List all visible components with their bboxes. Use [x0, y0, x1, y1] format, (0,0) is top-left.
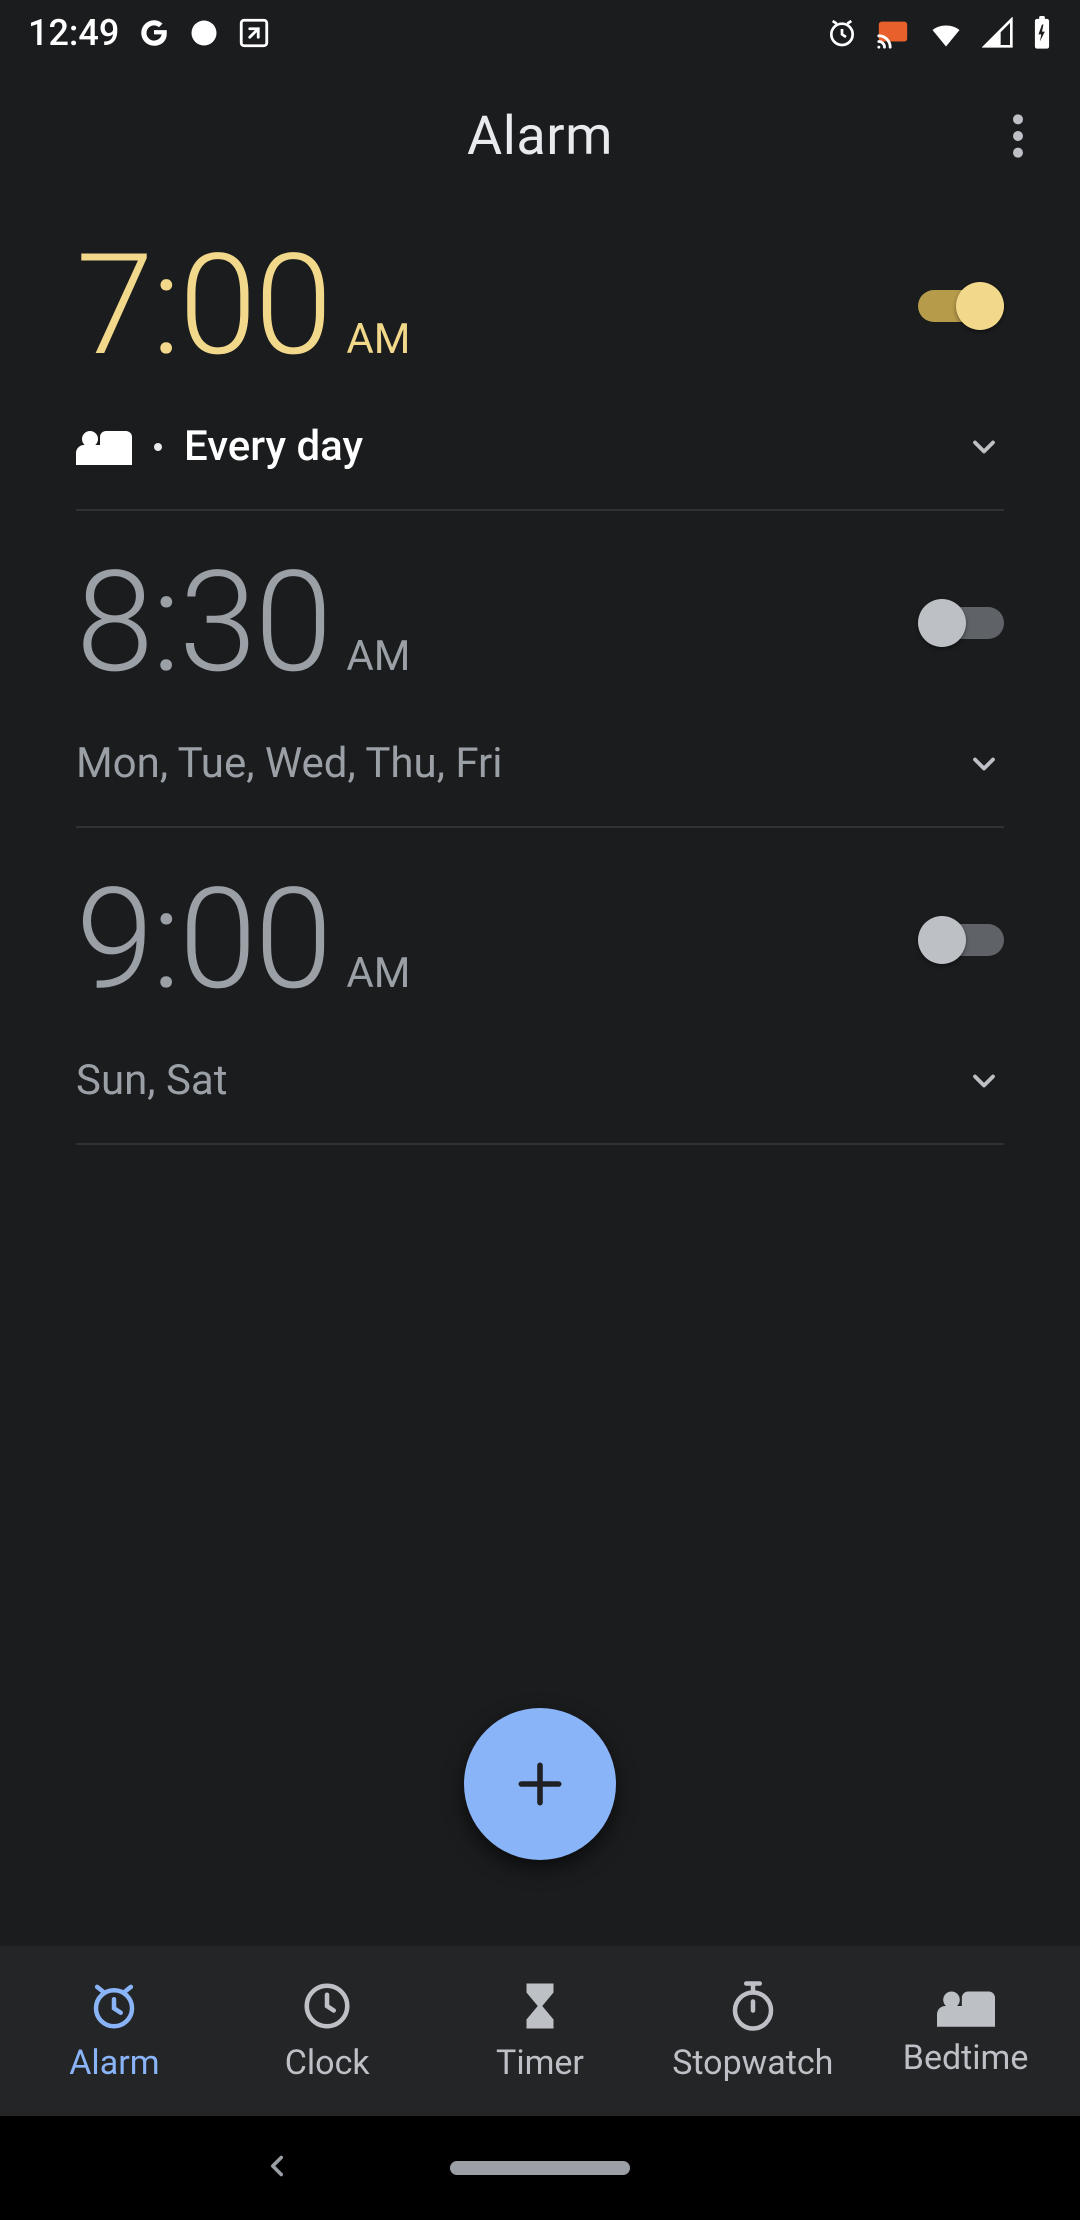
alarm-time-main: 7:00: [76, 236, 330, 376]
notification-dot-icon: [189, 18, 219, 48]
alarm-schedule: Every day: [184, 422, 363, 471]
alarm-time[interactable]: 9:00 AM: [76, 870, 410, 1010]
separator-dot-icon: [154, 443, 162, 451]
alarm-time-suffix: AM: [346, 315, 410, 364]
nav-label: Stopwatch: [672, 2043, 833, 2083]
alarm-toggle[interactable]: [918, 282, 1004, 330]
alarm-time[interactable]: 7:00 AM: [76, 236, 410, 376]
status-bar-right: [826, 15, 1052, 51]
battery-charging-icon: [1032, 16, 1052, 50]
expand-alarm-button[interactable]: [964, 427, 1004, 467]
alarm-schedule-group: Sun, Sat: [76, 1056, 228, 1105]
wifi-icon: [928, 15, 964, 51]
nav-tab-alarm[interactable]: Alarm: [8, 1979, 221, 2083]
stopwatch-icon: [726, 1979, 780, 2033]
alarm-time-row: 7:00 AM: [76, 236, 1004, 376]
home-pill[interactable]: [450, 2161, 630, 2175]
system-nav-bar: [0, 2116, 1080, 2220]
cast-icon: [876, 16, 910, 50]
alarm-set-icon: [826, 17, 858, 49]
alarm-time-main: 9:00: [76, 870, 330, 1010]
alarm-clock-icon: [87, 1979, 141, 2033]
alarm-time-row: 9:00 AM: [76, 870, 1004, 1010]
alarm-sub-row: Sun, Sat: [76, 1056, 1004, 1105]
screenshot-icon: [237, 16, 271, 50]
alarm-sub-row: Every day: [76, 422, 1004, 471]
expand-alarm-button[interactable]: [964, 744, 1004, 784]
bedtime-icon: [76, 424, 132, 470]
alarm-toggle[interactable]: [918, 916, 1004, 964]
nav-tab-clock[interactable]: Clock: [221, 1979, 434, 2083]
overflow-menu-button[interactable]: [990, 108, 1046, 164]
alarm-schedule: Mon, Tue, Wed, Thu, Fri: [76, 739, 503, 788]
bottom-nav: Alarm Clock Timer Stopw: [0, 1946, 1080, 2116]
add-alarm-fab[interactable]: [464, 1708, 616, 1860]
alarm-list[interactable]: 7:00 AM Every day: [0, 206, 1080, 2220]
status-bar-left: 12:49: [28, 12, 271, 54]
status-bar: 12:49: [0, 0, 1080, 66]
alarm-item[interactable]: 8:30 AM Mon, Tue, Wed, Thu, Fri: [76, 553, 1004, 828]
cell-signal-icon: [982, 17, 1014, 49]
nav-label: Clock: [285, 2043, 370, 2083]
back-button[interactable]: [260, 2149, 294, 2187]
bed-icon: [937, 1984, 995, 2028]
alarm-time[interactable]: 8:30 AM: [76, 553, 410, 693]
alarm-item[interactable]: 9:00 AM Sun, Sat: [76, 870, 1004, 1145]
screen-root: 12:49: [0, 0, 1080, 2220]
alarm-time-suffix: AM: [346, 632, 410, 681]
google-g-icon: [137, 16, 171, 50]
nav-label: Bedtime: [903, 2038, 1029, 2078]
expand-alarm-button[interactable]: [964, 1061, 1004, 1101]
nav-label: Timer: [496, 2043, 584, 2083]
alarm-schedule-group: Every day: [76, 422, 363, 471]
hourglass-icon: [513, 1979, 567, 2033]
alarm-toggle[interactable]: [918, 599, 1004, 647]
nav-tab-timer[interactable]: Timer: [434, 1979, 647, 2083]
alarm-time-main: 8:30: [76, 553, 330, 693]
status-bar-time: 12:49: [28, 12, 119, 54]
alarm-time-row: 8:30 AM: [76, 553, 1004, 693]
nav-tab-stopwatch[interactable]: Stopwatch: [646, 1979, 859, 2083]
page-title: Alarm: [467, 105, 613, 168]
alarm-time-suffix: AM: [346, 949, 410, 998]
nav-tab-bedtime[interactable]: Bedtime: [859, 1984, 1072, 2078]
clock-icon: [300, 1979, 354, 2033]
app-bar: Alarm: [0, 66, 1080, 206]
alarm-sub-row: Mon, Tue, Wed, Thu, Fri: [76, 739, 1004, 788]
alarm-schedule-group: Mon, Tue, Wed, Thu, Fri: [76, 739, 503, 788]
nav-label: Alarm: [69, 2043, 159, 2083]
alarm-item[interactable]: 7:00 AM Every day: [76, 236, 1004, 511]
alarm-schedule: Sun, Sat: [76, 1056, 228, 1105]
